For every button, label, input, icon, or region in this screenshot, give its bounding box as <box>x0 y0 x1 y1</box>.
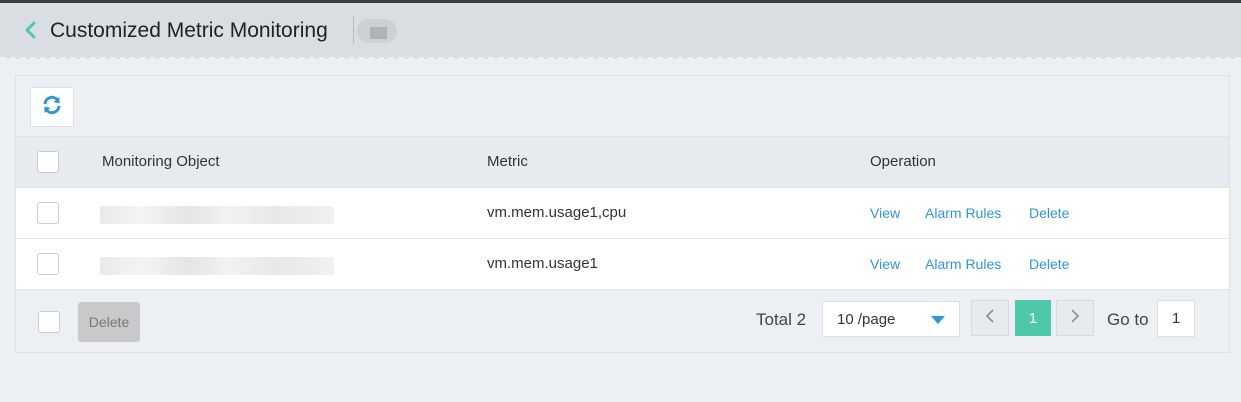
goto-page-input[interactable] <box>1157 300 1195 337</box>
metric-cell: vm.mem.usage1 <box>487 255 598 272</box>
table-row: vm.mem.usage1 View Alarm Rules Delete <box>16 239 1229 290</box>
table-row: vm.mem.usage1,cpu View Alarm Rules Delet… <box>16 188 1229 239</box>
chevron-left-icon <box>984 308 996 329</box>
total-count: Total 2 <box>756 310 807 329</box>
footer-select-all-checkbox[interactable] <box>38 311 60 333</box>
redacted-monitoring-object <box>100 206 334 224</box>
alarm-rules-link[interactable]: Alarm Rules <box>925 205 1001 221</box>
refresh-button[interactable] <box>30 87 74 127</box>
page-header: Customized Metric Monitoring <box>0 3 1241 59</box>
column-monitoring-object: Monitoring Object <box>102 153 220 170</box>
redacted-region-tag <box>357 19 397 43</box>
column-operation: Operation <box>870 153 936 170</box>
next-page-button[interactable] <box>1056 300 1094 336</box>
delete-link[interactable]: Delete <box>1029 205 1069 221</box>
row-checkbox[interactable] <box>37 202 59 224</box>
title-divider <box>353 16 354 44</box>
column-metric: Metric <box>487 153 528 170</box>
select-all-checkbox[interactable] <box>37 151 59 173</box>
metric-panel: Monitoring Object Metric Operation vm.me… <box>15 75 1230 353</box>
caret-down-icon <box>931 316 945 324</box>
prev-page-button[interactable] <box>971 300 1009 336</box>
current-page-button[interactable]: 1 <box>1015 300 1051 336</box>
table-header: Monitoring Object Metric Operation <box>16 136 1229 188</box>
metric-cell: vm.mem.usage1,cpu <box>487 204 627 221</box>
batch-delete-button[interactable]: Delete <box>78 302 140 342</box>
redacted-monitoring-object <box>100 257 334 275</box>
view-link[interactable]: View <box>870 205 900 221</box>
row-checkbox[interactable] <box>37 253 59 275</box>
page-size-select[interactable]: 10 /page <box>822 301 960 337</box>
goto-label: Go to <box>1107 310 1149 329</box>
page-title: Customized Metric Monitoring <box>50 19 328 42</box>
view-link[interactable]: View <box>870 256 900 272</box>
delete-link[interactable]: Delete <box>1029 256 1069 272</box>
alarm-rules-link[interactable]: Alarm Rules <box>925 256 1001 272</box>
refresh-icon <box>42 95 62 120</box>
page-size-value: 10 /page <box>837 311 896 328</box>
chevron-right-icon <box>1069 308 1081 329</box>
back-chevron-icon[interactable] <box>20 19 42 41</box>
